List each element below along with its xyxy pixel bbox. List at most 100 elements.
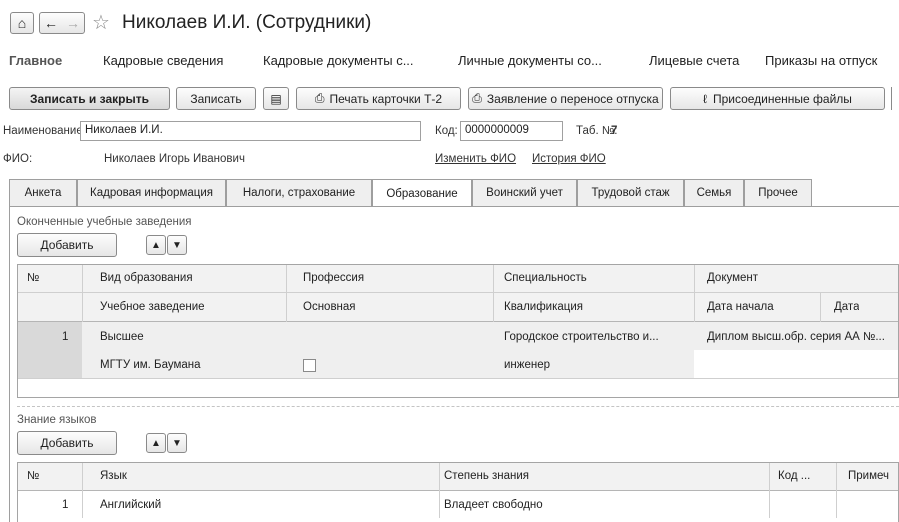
row-level[interactable]: Владеет свободно	[444, 499, 543, 511]
row-institution[interactable]: МГТУ им. Баумана	[100, 359, 201, 371]
move-up-button[interactable]: ▲	[146, 235, 166, 255]
print-t2-label: Печать карточки Т-2	[329, 91, 443, 106]
education-add-button[interactable]: Добавить	[17, 233, 117, 257]
printer-icon: ⎙	[472, 91, 482, 105]
row-divider	[18, 378, 898, 379]
header-num: №	[27, 470, 40, 482]
row-edu-type[interactable]: Высшее	[100, 331, 144, 343]
add-label: Добавить	[40, 238, 94, 252]
languages-add-button[interactable]: Добавить	[17, 431, 117, 455]
education-table: № Вид образования Профессия Специальност…	[17, 264, 899, 398]
report-button[interactable]: ▤	[263, 87, 289, 110]
tab-label: Образование	[386, 187, 458, 200]
name-label: Наименование:	[3, 125, 86, 137]
fio-history-link[interactable]: История ФИО	[532, 153, 606, 165]
forward-arrow-icon[interactable]: →	[66, 15, 80, 31]
row-language[interactable]: Английский	[100, 499, 161, 511]
row-num: 1	[62, 499, 69, 511]
home-icon: ⌂	[17, 15, 27, 31]
nav-accounts[interactable]: Лицевые счета	[649, 53, 739, 68]
tab-label: Налоги, страхование	[242, 187, 356, 199]
col-divider	[769, 463, 770, 518]
arrow-down-icon: ▼	[172, 239, 182, 251]
lang-move-down-button[interactable]: ▼	[167, 433, 187, 453]
save-close-button[interactable]: Записать и закрыть	[9, 87, 170, 110]
header-qualification: Квалификация	[504, 301, 584, 313]
nav-arrows: ← →	[39, 12, 85, 34]
arrow-up-icon: ▲	[151, 437, 161, 449]
tab-label: Семья	[696, 187, 732, 199]
tab-label: Кадровая информация	[90, 187, 213, 199]
move-down-button[interactable]: ▼	[167, 235, 187, 255]
header-level: Степень знания	[444, 470, 530, 482]
header-institution: Учебное заведение	[100, 301, 205, 313]
tab-no-value: 7	[611, 125, 618, 137]
window-title: Николаев И.И. (Сотрудники)	[122, 12, 372, 33]
tab-education[interactable]: Образование	[372, 179, 472, 207]
save-label: Записать	[190, 91, 242, 106]
header-start-date: Дата начала	[707, 301, 774, 313]
attached-files-label: Присоединенные файлы	[712, 91, 852, 106]
favorite-star-icon[interactable]: ☆	[92, 10, 110, 35]
tab-other[interactable]: Прочее	[744, 179, 812, 206]
nav-personnel-docs[interactable]: Кадровые документы с...	[263, 53, 414, 68]
languages-table: № Язык Степень знания Код ... Примеч 1 А…	[17, 462, 899, 522]
col-divider	[836, 463, 837, 518]
header-date: Дата	[834, 301, 860, 313]
header-edu-type: Вид образования	[100, 272, 193, 284]
tab-family[interactable]: Семья	[684, 179, 744, 206]
arrow-up-icon: ▲	[151, 239, 161, 251]
row-blank	[694, 350, 898, 378]
main-checkbox[interactable]	[303, 359, 316, 372]
col-divider	[439, 463, 440, 518]
tab-questionnaire[interactable]: Анкета	[9, 179, 77, 206]
nav-personal-docs[interactable]: Личные документы со...	[458, 53, 602, 68]
document-icon: ▤	[270, 91, 282, 106]
change-fio-link[interactable]: Изменить ФИО	[435, 153, 516, 165]
education-section-title: Оконченные учебные заведения	[17, 216, 192, 228]
header-num: №	[27, 272, 40, 284]
add-label: Добавить	[40, 436, 94, 450]
row-document[interactable]: Диплом высш.обр. серия АА №...	[707, 331, 898, 343]
row-specialty[interactable]: Городское строительство и...	[504, 331, 689, 343]
back-arrow-icon[interactable]: ←	[44, 15, 58, 31]
vacation-transfer-button[interactable]: ⎙ Заявление о переносе отпуска	[468, 87, 663, 110]
code-field[interactable]: 0000000009	[460, 121, 563, 141]
arrow-down-icon: ▼	[172, 437, 182, 449]
header-document: Документ	[707, 272, 759, 284]
header-profession: Профессия	[303, 272, 365, 284]
code-label: Код:	[435, 125, 458, 137]
tab-label: Трудовой стаж	[591, 187, 670, 199]
print-t2-button[interactable]: ⎙ Печать карточки Т-2	[296, 87, 461, 110]
header-specialty: Специальность	[504, 272, 587, 284]
tab-label: Анкета	[24, 187, 62, 199]
header-main: Основная	[303, 301, 356, 313]
section-separator	[17, 406, 899, 407]
tab-label: Воинский учет	[486, 187, 563, 199]
toolbar-edge	[891, 87, 899, 110]
header-note: Примеч	[848, 470, 889, 482]
tab-taxes[interactable]: Налоги, страхование	[226, 179, 372, 206]
tab-personnel-info[interactable]: Кадровая информация	[77, 179, 226, 206]
save-close-label: Записать и закрыть	[30, 91, 149, 106]
lang-move-up-button[interactable]: ▲	[146, 433, 166, 453]
tab-label: Прочее	[758, 187, 798, 199]
header-code: Код ...	[778, 470, 811, 482]
printer-icon: ⎙	[314, 91, 325, 105]
row-num: 1	[62, 331, 69, 343]
name-field[interactable]: Николаев И.И.	[80, 121, 421, 141]
paperclip-icon: ℓ	[703, 91, 707, 106]
header-language: Язык	[100, 470, 127, 482]
save-button[interactable]: Записать	[176, 87, 256, 110]
nav-main[interactable]: Главное	[9, 53, 62, 68]
row-divider	[18, 292, 898, 293]
row-num-cell	[18, 322, 82, 378]
fio-value: Николаев Игорь Иванович	[104, 153, 245, 165]
home-button[interactable]: ⌂	[10, 12, 34, 34]
attached-files-button[interactable]: ℓ Присоединенные файлы	[670, 87, 885, 110]
row-qualification[interactable]: инженер	[504, 359, 550, 371]
nav-vacation-orders[interactable]: Приказы на отпуск	[765, 53, 877, 68]
nav-personnel-info[interactable]: Кадровые сведения	[103, 53, 223, 68]
tab-work-experience[interactable]: Трудовой стаж	[577, 179, 684, 206]
tab-military[interactable]: Воинский учет	[472, 179, 577, 206]
